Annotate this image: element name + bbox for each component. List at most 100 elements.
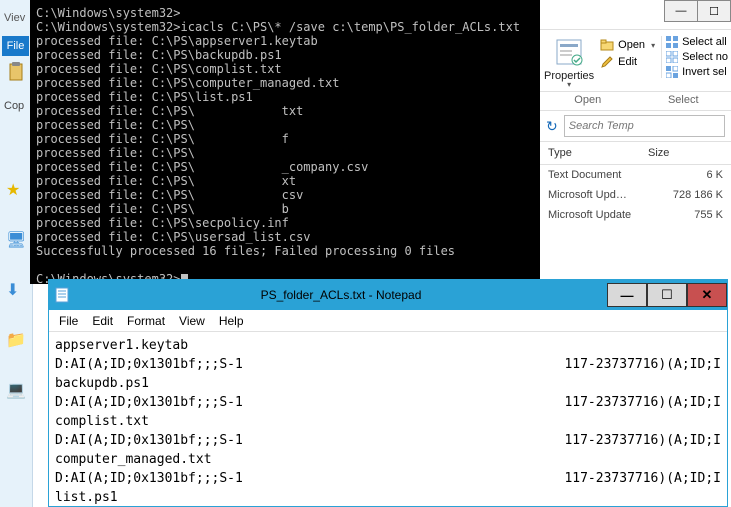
cmd-output: processed file: C:\PS\ b — [36, 202, 289, 216]
np-text: 117-23737716)(A;ID;I — [564, 393, 721, 412]
cmd-output: processed file: C:\PS\list.ps1 — [36, 90, 253, 104]
group-select-label: Select — [636, 92, 731, 110]
col-size[interactable]: Size — [640, 142, 731, 164]
cmd-output: processed file: C:\PS\ f — [36, 132, 289, 146]
menu-edit[interactable]: Edit — [92, 314, 113, 328]
invert-selection-button[interactable]: Invert sel — [666, 66, 728, 78]
np-text: 117-23737716)(A;ID;I — [564, 355, 721, 374]
search-row: ↻ — [540, 111, 731, 142]
ribbon-row: Properties ▾ Open ▾ Edit Select all — [540, 30, 731, 92]
ribbon-group-labels: Open Select — [540, 92, 731, 111]
edit-icon — [600, 55, 614, 69]
maximize-button[interactable]: ☐ — [697, 0, 731, 22]
invert-selection-icon — [666, 66, 678, 78]
maximize-button[interactable]: ☐ — [647, 283, 687, 307]
paste-icon[interactable] — [6, 62, 26, 82]
file-type: Microsoft Update — [540, 205, 640, 225]
np-text: complist.txt — [55, 412, 149, 431]
notepad-title: PS_folder_ACLs.txt - Notepad — [75, 288, 607, 302]
np-text: 117-23737716)(A;ID;I — [564, 469, 721, 488]
notepad-window-buttons: — ☐ ✕ — [607, 283, 727, 307]
notepad-text-area[interactable]: appserver1.keytab D:AI(A;ID;0x1301bf;;;S-… — [49, 332, 727, 506]
notepad-titlebar[interactable]: PS_folder_ACLs.txt - Notepad — ☐ ✕ — [49, 280, 727, 310]
np-text: D:AI(A;ID;0x1301bf;;;S-1 — [55, 393, 243, 412]
select-none-button[interactable]: Select no — [666, 51, 728, 63]
open-icon — [600, 38, 614, 52]
np-text: appserver1.keytab — [55, 336, 188, 355]
cmd-output: processed file: C:\PS\computer_managed.t… — [36, 76, 339, 90]
cmd-output: processed file: C:\PS\ txt — [36, 104, 303, 118]
cmd-summary: Successfully processed 16 files; Failed … — [36, 244, 455, 258]
cmd-output: processed file: C:\PS\appserver1.keytab — [36, 34, 318, 48]
cmd-output: processed file: C:\PS\complist.txt — [36, 62, 282, 76]
np-text: computer_managed.txt — [55, 450, 212, 469]
notepad-window: PS_folder_ACLs.txt - Notepad — ☐ ✕ File … — [48, 279, 728, 507]
cmd-output: processed file: C:\PS\ — [36, 118, 195, 132]
explorer-window-buttons: — ☐ — [540, 0, 731, 30]
cmd-output: processed file: C:\PS\ _company.csv — [36, 160, 368, 174]
edit-label: Edit — [618, 56, 637, 68]
cmd-output: processed file: C:\PS\secpolicy.inf — [36, 216, 289, 230]
group-open-label: Open — [540, 92, 636, 110]
select-all-label: Select all — [682, 36, 727, 48]
col-type[interactable]: Type — [540, 142, 640, 164]
cmd-output: processed file: C:\PS\usersad_list.csv — [36, 230, 311, 244]
open-caret-icon: ▾ — [651, 41, 655, 50]
file-size: 755 K — [640, 205, 731, 225]
command-prompt-window[interactable]: C:\Windows\system32> C:\Windows\system32… — [30, 0, 540, 284]
close-button[interactable]: ✕ — [687, 283, 727, 307]
properties-icon — [553, 36, 585, 68]
menu-format[interactable]: Format — [127, 314, 165, 328]
open-button[interactable]: Open ▾ — [600, 38, 655, 52]
star-icon[interactable]: ★ — [6, 180, 26, 200]
cmd-output: processed file: C:\PS\ xt — [36, 174, 296, 188]
file-table-header: Type Size — [540, 142, 731, 165]
view-tab-fragment: Viev — [4, 12, 25, 24]
folder-icon[interactable]: 📁 — [6, 330, 26, 350]
file-size: 728 186 K — [640, 185, 731, 205]
download-icon[interactable]: ⬇ — [6, 280, 26, 300]
desktop-background: Viev File Cop ★ 🖥 ⬇ 📁 💻 — ☐ Properties ▾ — [0, 0, 731, 507]
np-text: list.ps1 — [55, 488, 118, 506]
cmd-output: processed file: C:\PS\ csv — [36, 188, 303, 202]
np-text: 117-23737716)(A;ID;I — [564, 431, 721, 450]
computer-icon[interactable]: 💻 — [6, 380, 26, 400]
invert-selection-label: Invert sel — [682, 66, 727, 78]
select-none-icon — [666, 51, 678, 63]
copy-label: Cop — [4, 100, 24, 112]
select-all-icon — [666, 36, 678, 48]
np-text: backupdb.ps1 — [55, 374, 149, 393]
menu-file[interactable]: File — [59, 314, 78, 328]
file-type: Text Document — [540, 165, 640, 185]
search-input[interactable] — [564, 115, 725, 137]
taskbar-icons: ★ 🖥 ⬇ 📁 💻 — [6, 180, 26, 400]
properties-button[interactable]: Properties ▾ — [544, 36, 594, 89]
properties-caret-icon: ▾ — [567, 80, 571, 89]
notepad-icon — [49, 280, 75, 310]
refresh-icon[interactable]: ↻ — [546, 118, 558, 135]
select-group: Select all Select no Invert sel — [661, 36, 728, 78]
select-none-label: Select no — [682, 51, 728, 63]
file-type: Microsoft Update ... — [540, 185, 640, 205]
table-row[interactable]: Microsoft Update ... 728 186 K — [540, 185, 731, 205]
cmd-output: processed file: C:\PS\ — [36, 146, 195, 160]
desktop-icon[interactable]: 🖥 — [6, 230, 26, 250]
minimize-button[interactable]: — — [607, 283, 647, 307]
edit-button[interactable]: Edit — [600, 55, 655, 69]
menu-view[interactable]: View — [179, 314, 205, 328]
table-row[interactable]: Microsoft Update 755 K — [540, 205, 731, 225]
np-text: D:AI(A;ID;0x1301bf;;;S-1 — [55, 469, 243, 488]
table-row[interactable]: Text Document 6 K — [540, 165, 731, 185]
cmd-output: processed file: C:\PS\backupdb.ps1 — [36, 48, 282, 62]
open-edit-group: Open ▾ Edit — [600, 36, 655, 69]
file-tab[interactable]: File — [2, 36, 29, 56]
np-text: D:AI(A;ID;0x1301bf;;;S-1 — [55, 431, 243, 450]
left-ribbon: Viev File Cop ★ 🖥 ⬇ 📁 💻 — [0, 0, 33, 507]
cmd-line: C:\Windows\system32>icacls C:\PS\* /save… — [36, 20, 520, 34]
select-all-button[interactable]: Select all — [666, 36, 728, 48]
minimize-button[interactable]: — — [664, 0, 698, 22]
open-label: Open — [618, 39, 645, 51]
notepad-menubar: File Edit Format View Help — [49, 310, 727, 332]
file-size: 6 K — [640, 165, 731, 185]
menu-help[interactable]: Help — [219, 314, 244, 328]
